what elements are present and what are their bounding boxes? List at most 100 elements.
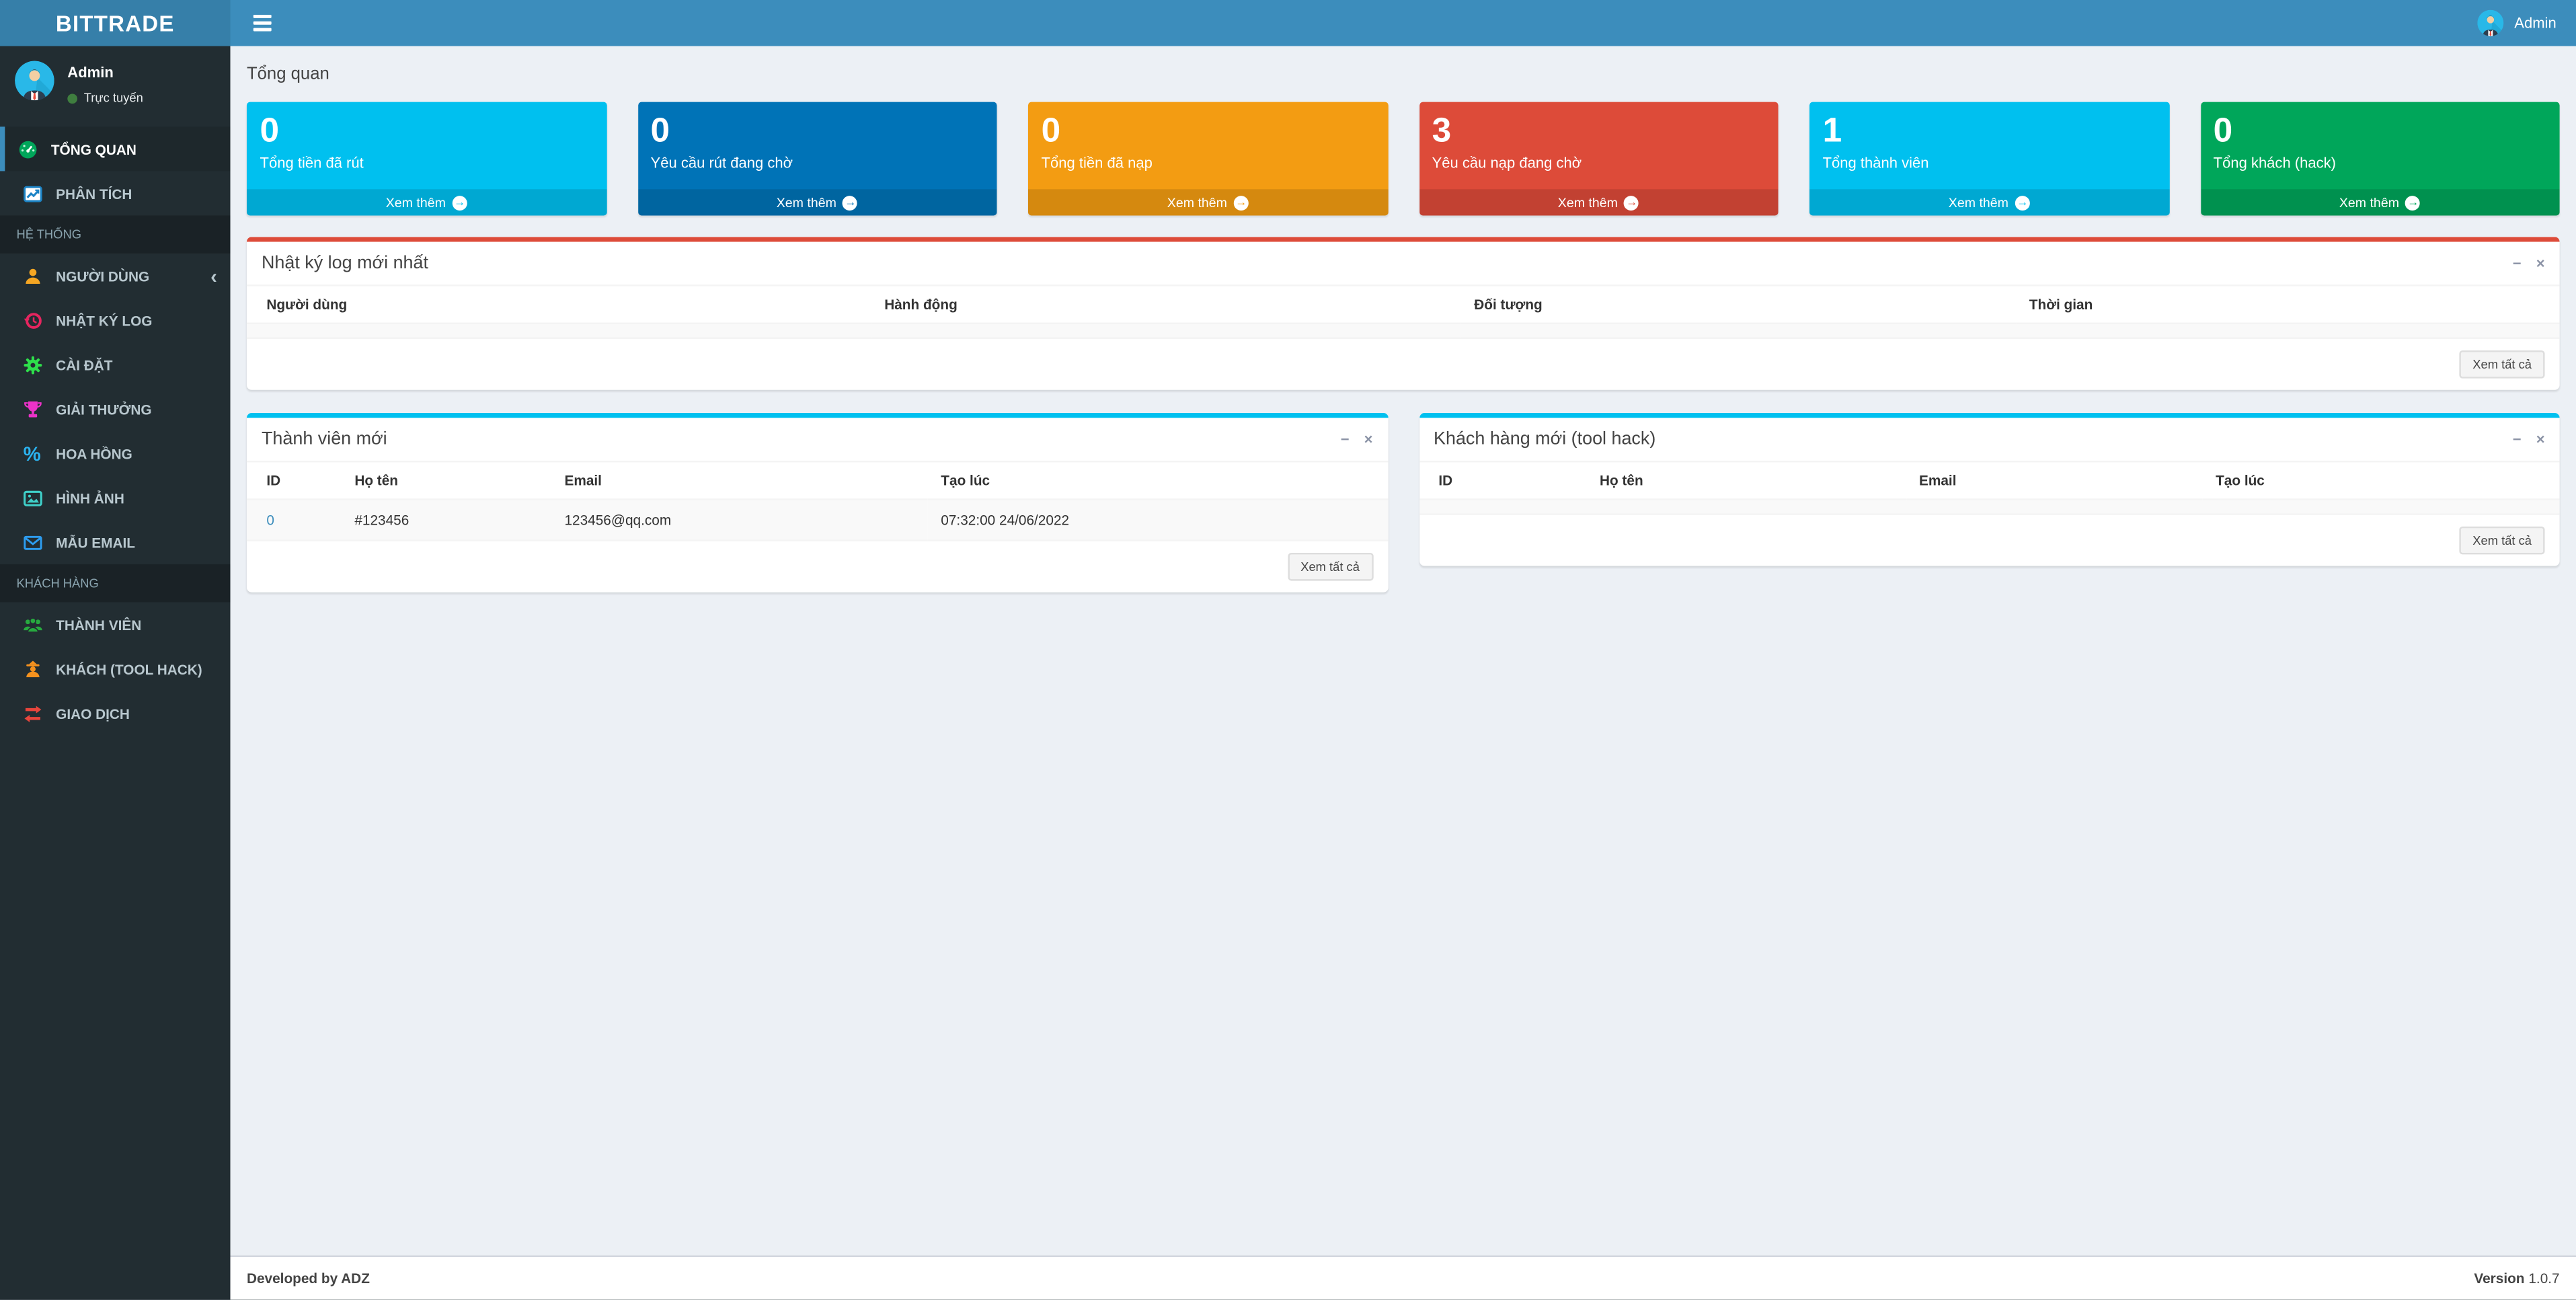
- info-box-value: 0: [260, 112, 280, 150]
- sidebar-item-hoa-hong[interactable]: % HOA HỒNG: [0, 431, 230, 475]
- admin-dashboard: BITTRADE Admin Admin Trực tuyến TỔNG QUA…: [0, 0, 2576, 1300]
- sidebar-item-hinh-anh[interactable]: HÌNH ẢNH: [0, 475, 230, 520]
- sidebar-menu: TỔNG QUAN PHÂN TÍCH HỆ THỐNG NGƯỜI DÙNG …: [0, 126, 231, 735]
- navbar-user-menu[interactable]: Admin: [2458, 0, 2576, 46]
- see-more-link[interactable]: Xem thêm →: [1419, 189, 1779, 217]
- column-header: Thời gian: [2016, 286, 2560, 325]
- arrow-circle-icon: →: [1624, 195, 1639, 211]
- column-header: ID: [1419, 463, 1587, 501]
- customers-panel-title: Khách hàng mới (tool hack): [1434, 430, 1656, 450]
- close-icon[interactable]: ×: [1364, 432, 1373, 447]
- close-icon[interactable]: ×: [2536, 432, 2545, 447]
- see-more-link[interactable]: Xem thêm →: [2200, 189, 2560, 217]
- sidebar-item-khach-tool-hack[interactable]: KHÁCH (TOOL HACK): [0, 646, 230, 691]
- page-title: Tổng quan: [246, 64, 329, 84]
- sidebar-item-phan-tich[interactable]: PHÂN TÍCH: [0, 171, 230, 215]
- sidebar-section-he-thong: HỆ THỐNG: [0, 215, 231, 254]
- sidebar-item-tong-quan[interactable]: TỔNG QUAN: [0, 126, 231, 171]
- empty-row: [1419, 500, 2560, 516]
- sidebar-item-mau-email[interactable]: MẪU EMAIL: [0, 520, 230, 564]
- sidebar-user-panel: Admin Trực tuyến: [0, 46, 230, 122]
- column-header: Email: [551, 463, 928, 501]
- member-email: 123456@qq.com: [551, 500, 928, 542]
- history-icon: [22, 309, 43, 331]
- info-box-value: 0: [1041, 112, 1061, 150]
- arrow-circle-icon: →: [2015, 195, 2030, 211]
- sidebar-item-thanh-vien[interactable]: THÀNH VIÊN: [0, 602, 230, 646]
- info-box-value: 3: [1432, 112, 1452, 150]
- minimize-icon[interactable]: −: [2513, 432, 2522, 447]
- info-box-pending-deposit: 3 Yêu cầu nạp đang chờ Xem thêm →: [1419, 102, 1779, 217]
- content-area: Tổng quan 0 Tổng tiền đã rút Xem thêm → …: [230, 46, 2576, 1256]
- member-id-link[interactable]: 0: [266, 512, 274, 528]
- main-header: BITTRADE Admin: [0, 0, 2576, 46]
- column-header: Hành động: [871, 286, 1461, 325]
- brand-logo[interactable]: BITTRADE: [0, 0, 231, 46]
- sidebar-toggle-button[interactable]: [230, 0, 292, 46]
- arrow-circle-icon: →: [843, 195, 858, 211]
- info-box-value: 0: [2213, 112, 2233, 150]
- info-box-label: Tổng tiền đã nạp: [1041, 155, 1153, 172]
- minimize-icon[interactable]: −: [1341, 432, 1350, 447]
- info-box-label: Yêu cầu rút đang chờ: [650, 155, 793, 172]
- see-more-link[interactable]: Xem thêm →: [246, 189, 607, 217]
- minimize-icon[interactable]: −: [2513, 256, 2522, 271]
- envelope-icon: [22, 531, 43, 553]
- column-header: ID: [246, 463, 342, 501]
- members-panel-title: Thành viên mới: [261, 430, 387, 450]
- log-panel-title: Nhật ký log mới nhất: [261, 254, 428, 274]
- info-box-total-deposited: 0 Tổng tiền đã nạp Xem thêm →: [1028, 102, 1388, 217]
- member-row: 0 #123456 123456@qq.com 07:32:00 24/06/2…: [246, 500, 1388, 542]
- column-header: Đối tượng: [1460, 286, 2017, 325]
- sidebar-item-giai-thuong[interactable]: GIẢI THƯỞNG: [0, 387, 230, 431]
- arrow-circle-icon: →: [1233, 195, 1249, 211]
- sidebar-item-nhat-ky-log[interactable]: NHẬT KÝ LOG: [0, 298, 230, 342]
- sidebar-user-name: Admin: [67, 64, 114, 81]
- info-box-label: Tổng khách (hack): [2213, 155, 2337, 172]
- info-box-label: Tổng thành viên: [1822, 155, 1929, 172]
- log-panel: Nhật ký log mới nhất − × Người dùng Hành…: [246, 237, 2560, 391]
- main-footer: Developed by ADZ Version 1.0.7: [230, 1255, 2576, 1300]
- percent-icon: %: [23, 441, 41, 465]
- bottom-panels-row: Thành viên mới − × ID Họ tên Email Tạo l…: [246, 413, 2560, 616]
- member-name: #123456: [341, 500, 551, 542]
- chevron-left-icon: ‹: [210, 264, 217, 287]
- info-boxes-row: 0 Tổng tiền đã rút Xem thêm → 0 Yêu cầu …: [246, 102, 2560, 217]
- column-header: Tạo lúc: [927, 463, 1388, 501]
- column-header: Người dùng: [246, 286, 871, 325]
- empty-row: [246, 323, 2560, 340]
- hamburger-icon: [252, 15, 271, 18]
- see-more-link[interactable]: Xem thêm →: [1028, 189, 1388, 217]
- sidebar-user-status[interactable]: Trực tuyến: [67, 91, 143, 106]
- info-box-value: 1: [1822, 112, 1842, 150]
- view-all-members-button[interactable]: Xem tất cả: [1287, 553, 1373, 582]
- navbar-user-label: Admin: [2514, 15, 2557, 32]
- view-all-customers-button[interactable]: Xem tất cả: [2459, 527, 2545, 556]
- spy-icon: [22, 658, 43, 680]
- dashboard-gauge-icon: [16, 138, 38, 159]
- avatar: [2478, 9, 2505, 36]
- column-header: Họ tên: [341, 463, 551, 501]
- exchange-icon: [22, 703, 43, 724]
- new-customers-panel: Khách hàng mới (tool hack) − × ID Họ tên…: [1419, 413, 2560, 567]
- view-all-logs-button[interactable]: Xem tất cả: [2459, 350, 2545, 379]
- info-box-total-hack-customers: 0 Tổng khách (hack) Xem thêm →: [2200, 102, 2560, 217]
- sidebar-item-nguoi-dung[interactable]: NGƯỜI DÙNG ‹: [0, 254, 230, 298]
- column-header: Email: [1906, 463, 2203, 501]
- info-box-total-members: 1 Tổng thành viên Xem thêm →: [1809, 102, 2169, 217]
- footer-version: Version 1.0.7: [2474, 1270, 2560, 1287]
- sidebar-item-giao-dich[interactable]: GIAO DỊCH: [0, 691, 230, 735]
- info-box-label: Yêu cầu nạp đang chờ: [1432, 155, 1582, 172]
- arrow-circle-icon: →: [452, 195, 467, 211]
- see-more-link[interactable]: Xem thêm →: [1809, 189, 2169, 217]
- sidebar-section-khach-hang: KHÁCH HÀNG: [0, 564, 231, 603]
- info-box-total-withdrawn: 0 Tổng tiền đã rút Xem thêm →: [246, 102, 607, 217]
- gear-icon: [22, 354, 43, 375]
- info-box-label: Tổng tiền đã rút: [260, 155, 364, 172]
- close-icon[interactable]: ×: [2536, 256, 2545, 271]
- see-more-link[interactable]: Xem thêm →: [637, 189, 997, 217]
- arrow-circle-icon: →: [2405, 195, 2421, 211]
- info-box-pending-withdraw: 0 Yêu cầu rút đang chờ Xem thêm →: [637, 102, 997, 217]
- info-box-value: 0: [650, 112, 670, 150]
- sidebar-item-cai-dat[interactable]: CÀI ĐẶT: [0, 342, 230, 387]
